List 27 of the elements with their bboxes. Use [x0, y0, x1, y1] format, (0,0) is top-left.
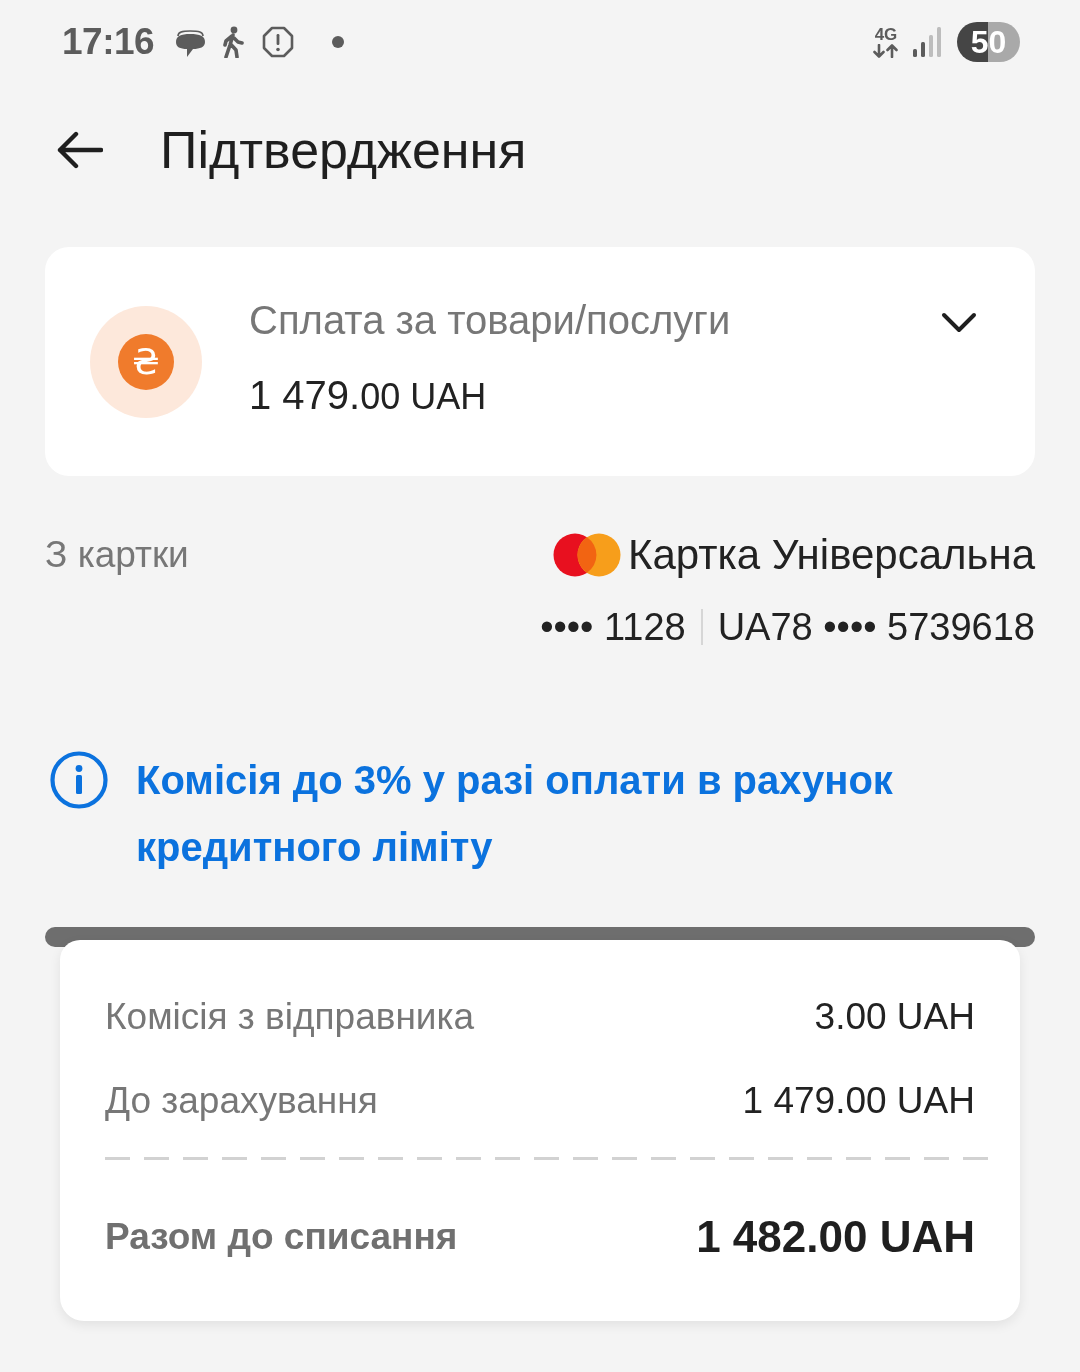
- card-number: •••• 1128: [540, 605, 686, 649]
- alert-icon: [262, 26, 295, 58]
- total-value: 1 482.00 UAH: [696, 1212, 975, 1262]
- total-label: Разом до списання: [105, 1216, 458, 1258]
- commission-notice: Комісія до 3% у разі оплати в рахунок кредитного ліміту: [136, 757, 894, 871]
- summary-label: Комісія з відправника: [105, 996, 475, 1038]
- summary-label: До зарахування: [105, 1080, 378, 1122]
- card-logo-icon: [553, 533, 621, 577]
- chat-bubble-icon: [174, 30, 207, 58]
- hryvnia-icon: ₴: [90, 305, 202, 418]
- network-label: 4G: [874, 26, 898, 43]
- account-number: UA78 •••• 5739618: [717, 605, 1035, 649]
- summary-value: 3.00 UAH: [814, 996, 975, 1038]
- payment-amount: 1 479.00 UAH: [249, 371, 488, 419]
- info-icon: [50, 751, 108, 809]
- card-name: Картка Універсальна: [628, 530, 1035, 580]
- signal-icon: [913, 27, 941, 57]
- data-arrows-icon: [873, 44, 899, 58]
- chevron-icon[interactable]: [941, 312, 977, 334]
- dot-icon: [332, 36, 345, 48]
- payment-title: Сплата за товари/послуги: [249, 296, 732, 344]
- summary-value: 1 479.00 UAH: [742, 1080, 975, 1122]
- source-label: З картки: [45, 533, 189, 577]
- page-title: Підтвердження: [160, 120, 527, 180]
- back-button[interactable]: [57, 131, 103, 169]
- walking-person-icon: [222, 26, 245, 58]
- status-time: 17:16: [62, 21, 155, 63]
